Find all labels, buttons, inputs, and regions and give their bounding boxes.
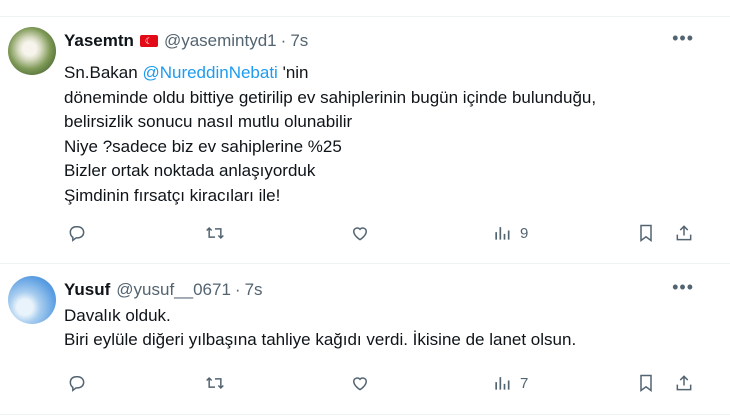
tweet-text: Davalık olduk. Biri eylüle diğeri yılbaş… [64, 306, 577, 349]
retweet-icon [206, 376, 224, 390]
tweet-header: Yusuf @yusuf__0671 · 7s [64, 279, 263, 301]
like-button[interactable] [350, 223, 370, 243]
turkey-flag-icon: ☾ [139, 35, 158, 47]
tweet-text-part: Sn.Bakan [64, 63, 143, 82]
like-icon [352, 227, 368, 241]
timestamp[interactable]: 7s [245, 280, 263, 300]
action-bar: 9 [0, 219, 730, 247]
user-handle[interactable]: @yasemintyd1 [164, 31, 277, 51]
reply-button[interactable] [67, 223, 87, 243]
mention-link[interactable]: @NureddinNebati [142, 63, 277, 82]
views-count: 9 [520, 224, 529, 242]
avatar[interactable] [8, 276, 56, 324]
user-handle[interactable]: @yusuf__0671 [116, 280, 231, 300]
bookmark-button[interactable] [636, 373, 656, 393]
retweet-icon [206, 226, 224, 240]
action-bar: 7 [0, 369, 730, 397]
avatar[interactable] [8, 27, 56, 75]
views-button[interactable]: 9 [492, 223, 528, 243]
bookmark-icon [640, 224, 652, 242]
separator: · [280, 31, 287, 50]
retweet-button[interactable] [205, 223, 225, 243]
separator: · [234, 280, 241, 299]
tweet-header: Yasemtn ☾ @yasemintyd1 · 7s [64, 30, 308, 52]
share-icon [676, 375, 692, 391]
tweet-text-part: 'nin döneminde oldu bittiye getirilip ev… [64, 63, 597, 205]
share-button[interactable] [674, 223, 694, 243]
more-options-icon[interactable]: ••• [672, 277, 694, 298]
tweet-yusuf[interactable]: Yusuf @yusuf__0671 · 7s ••• Davalık oldu… [0, 263, 730, 415]
views-button[interactable]: 7 [492, 373, 528, 393]
retweet-button[interactable] [205, 373, 225, 393]
like-button[interactable] [350, 373, 370, 393]
bookmark-button[interactable] [636, 223, 656, 243]
reply-icon [69, 226, 85, 242]
reply-button[interactable] [67, 373, 87, 393]
bookmark-icon [640, 374, 652, 392]
views-icon [495, 377, 510, 390]
views-count: 7 [520, 374, 529, 392]
like-icon [352, 377, 368, 391]
tweet-yasemtn[interactable]: Yasemtn ☾ @yasemintyd1 · 7s ••• Sn.Bakan… [0, 16, 730, 264]
share-button[interactable] [674, 373, 694, 393]
tweet-text: Sn.Bakan @NureddinNebati 'nin döneminde … [64, 61, 704, 208]
timestamp[interactable]: 7s [290, 31, 308, 51]
display-name[interactable]: Yasemtn [64, 31, 134, 51]
views-icon [495, 227, 510, 240]
reply-icon [69, 376, 85, 392]
more-options-icon[interactable]: ••• [672, 28, 694, 49]
display-name[interactable]: Yusuf [64, 280, 110, 300]
share-icon [676, 225, 692, 241]
